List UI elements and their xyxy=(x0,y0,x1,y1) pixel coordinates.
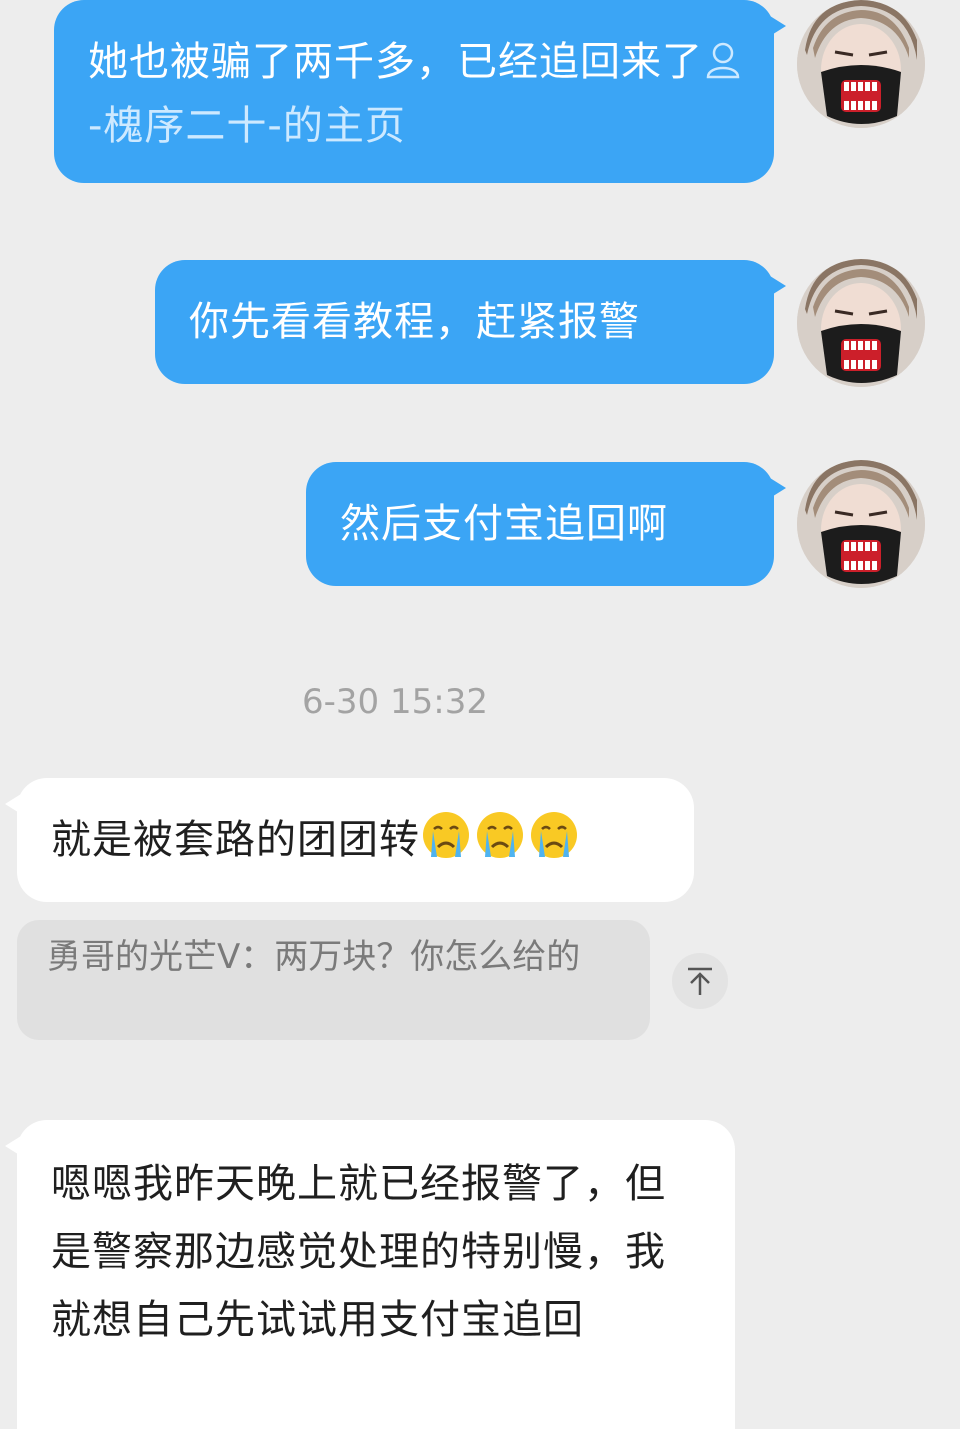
avatar-image xyxy=(797,460,925,588)
quote-text: 勇哥的光芒V：两万块？你怎么给的 xyxy=(47,937,581,977)
incoming-message-1[interactable]: 就是被套路的团团转 xyxy=(5,778,694,902)
message-text: 她也被骗了两千多，已经追回来了 xyxy=(88,39,703,85)
avatar-image xyxy=(797,259,925,387)
crying-face-icon xyxy=(477,812,523,858)
outgoing-message-3[interactable]: 然后支付宝追回啊 xyxy=(306,462,786,586)
crying-face-icon xyxy=(531,812,577,858)
avatar-image xyxy=(797,0,925,128)
incoming-message-2[interactable]: 嗯嗯我昨天晚上就已经报警了，但是警察那边感觉处理的特别慢，我就想自己先试试用支付… xyxy=(5,1120,735,1429)
scroll-to-quote-button[interactable] xyxy=(672,953,728,1009)
message-text: 就是被套路的团团转 xyxy=(51,817,420,863)
avatar[interactable] xyxy=(797,259,925,387)
message-text: 然后支付宝追回啊 xyxy=(340,501,668,547)
crying-face-icon xyxy=(423,812,469,858)
arrow-up-to-top-icon xyxy=(688,967,712,995)
quoted-message[interactable]: 勇哥的光芒V：两万块？你怎么给的 xyxy=(17,920,650,1040)
avatar[interactable] xyxy=(797,460,925,588)
message-timestamp: 6-30 15:32 xyxy=(302,682,488,722)
outgoing-message-1[interactable]: 她也被骗了两千多，已经追回来了 -槐序二十-的主页 xyxy=(54,0,786,183)
message-text: 你先看看教程，赶紧报警 xyxy=(189,299,640,345)
user-icon xyxy=(706,42,740,79)
mention-label: -槐序二十-的主页 xyxy=(88,103,406,149)
avatar[interactable] xyxy=(797,0,925,128)
outgoing-message-2[interactable]: 你先看看教程，赶紧报警 xyxy=(155,260,786,384)
message-text: 嗯嗯我昨天晚上就已经报警了，但是警察那边感觉处理的特别慢，我就想自己先试试用支付… xyxy=(51,1161,666,1343)
